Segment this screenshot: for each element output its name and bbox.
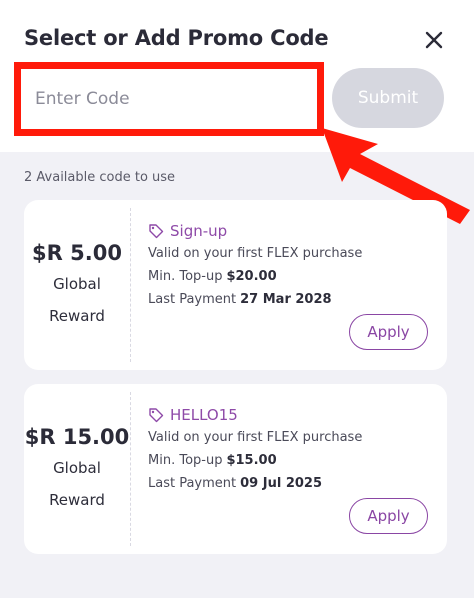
- promo-code-name: Sign-up: [170, 222, 228, 240]
- promo-amount-section: $R 5.00 Global Reward: [24, 200, 130, 370]
- promo-code-row: Sign-up: [148, 220, 362, 242]
- reward-label-line1: Global: [53, 275, 101, 293]
- promo-code-field-highlight: [14, 62, 324, 136]
- promo-code-name: HELLO15: [170, 406, 238, 424]
- close-icon: [425, 31, 443, 49]
- promo-amount: $R 5.00: [32, 241, 122, 265]
- dashed-divider: [130, 392, 131, 546]
- last-payment-label: Last Payment: [148, 476, 237, 491]
- last-payment-value: 27 Mar 2028: [240, 292, 332, 307]
- promo-card: $R 5.00 Global Reward Sign-up Valid on y…: [24, 200, 447, 370]
- min-topup-label: Min. Top-up: [148, 269, 223, 284]
- min-topup-value: $15.00: [226, 453, 277, 468]
- apply-button[interactable]: Apply: [349, 498, 428, 534]
- apply-button[interactable]: Apply: [349, 314, 428, 350]
- available-codes-label: 2 Available code to use: [24, 170, 176, 185]
- last-payment-row: Last Payment 09 Jul 2025: [148, 472, 362, 495]
- reward-label-line2: Reward: [49, 491, 105, 509]
- promo-code-row: HELLO15: [148, 404, 362, 426]
- reward-label-line2: Reward: [49, 307, 105, 325]
- min-topup-label: Min. Top-up: [148, 453, 223, 468]
- tag-icon: [149, 408, 164, 423]
- promo-description: Valid on your first FLEX purchase: [148, 246, 363, 261]
- promo-details: HELLO15 Valid on your first FLEX purchas…: [148, 404, 362, 495]
- promo-description: Valid on your first FLEX purchase: [148, 430, 363, 445]
- promo-amount: $R 15.00: [24, 425, 130, 449]
- min-topup-row: Min. Top-up $20.00: [148, 265, 362, 288]
- last-payment-label: Last Payment: [148, 292, 237, 307]
- dashed-divider: [130, 208, 131, 362]
- page-title: Select or Add Promo Code: [24, 26, 329, 50]
- min-topup-row: Min. Top-up $15.00: [148, 449, 362, 472]
- min-topup-value: $20.00: [226, 269, 277, 284]
- reward-label-line1: Global: [53, 459, 101, 477]
- close-button[interactable]: [420, 26, 448, 54]
- promo-card: $R 15.00 Global Reward HELLO15 Valid on …: [24, 384, 447, 554]
- last-payment-row: Last Payment 27 Mar 2028: [148, 288, 362, 311]
- last-payment-value: 09 Jul 2025: [240, 476, 322, 491]
- tag-icon: [149, 224, 164, 239]
- promo-code-input[interactable]: [21, 69, 317, 129]
- promo-details: Sign-up Valid on your first FLEX purchas…: [148, 220, 362, 311]
- promo-amount-section: $R 15.00 Global Reward: [24, 384, 130, 554]
